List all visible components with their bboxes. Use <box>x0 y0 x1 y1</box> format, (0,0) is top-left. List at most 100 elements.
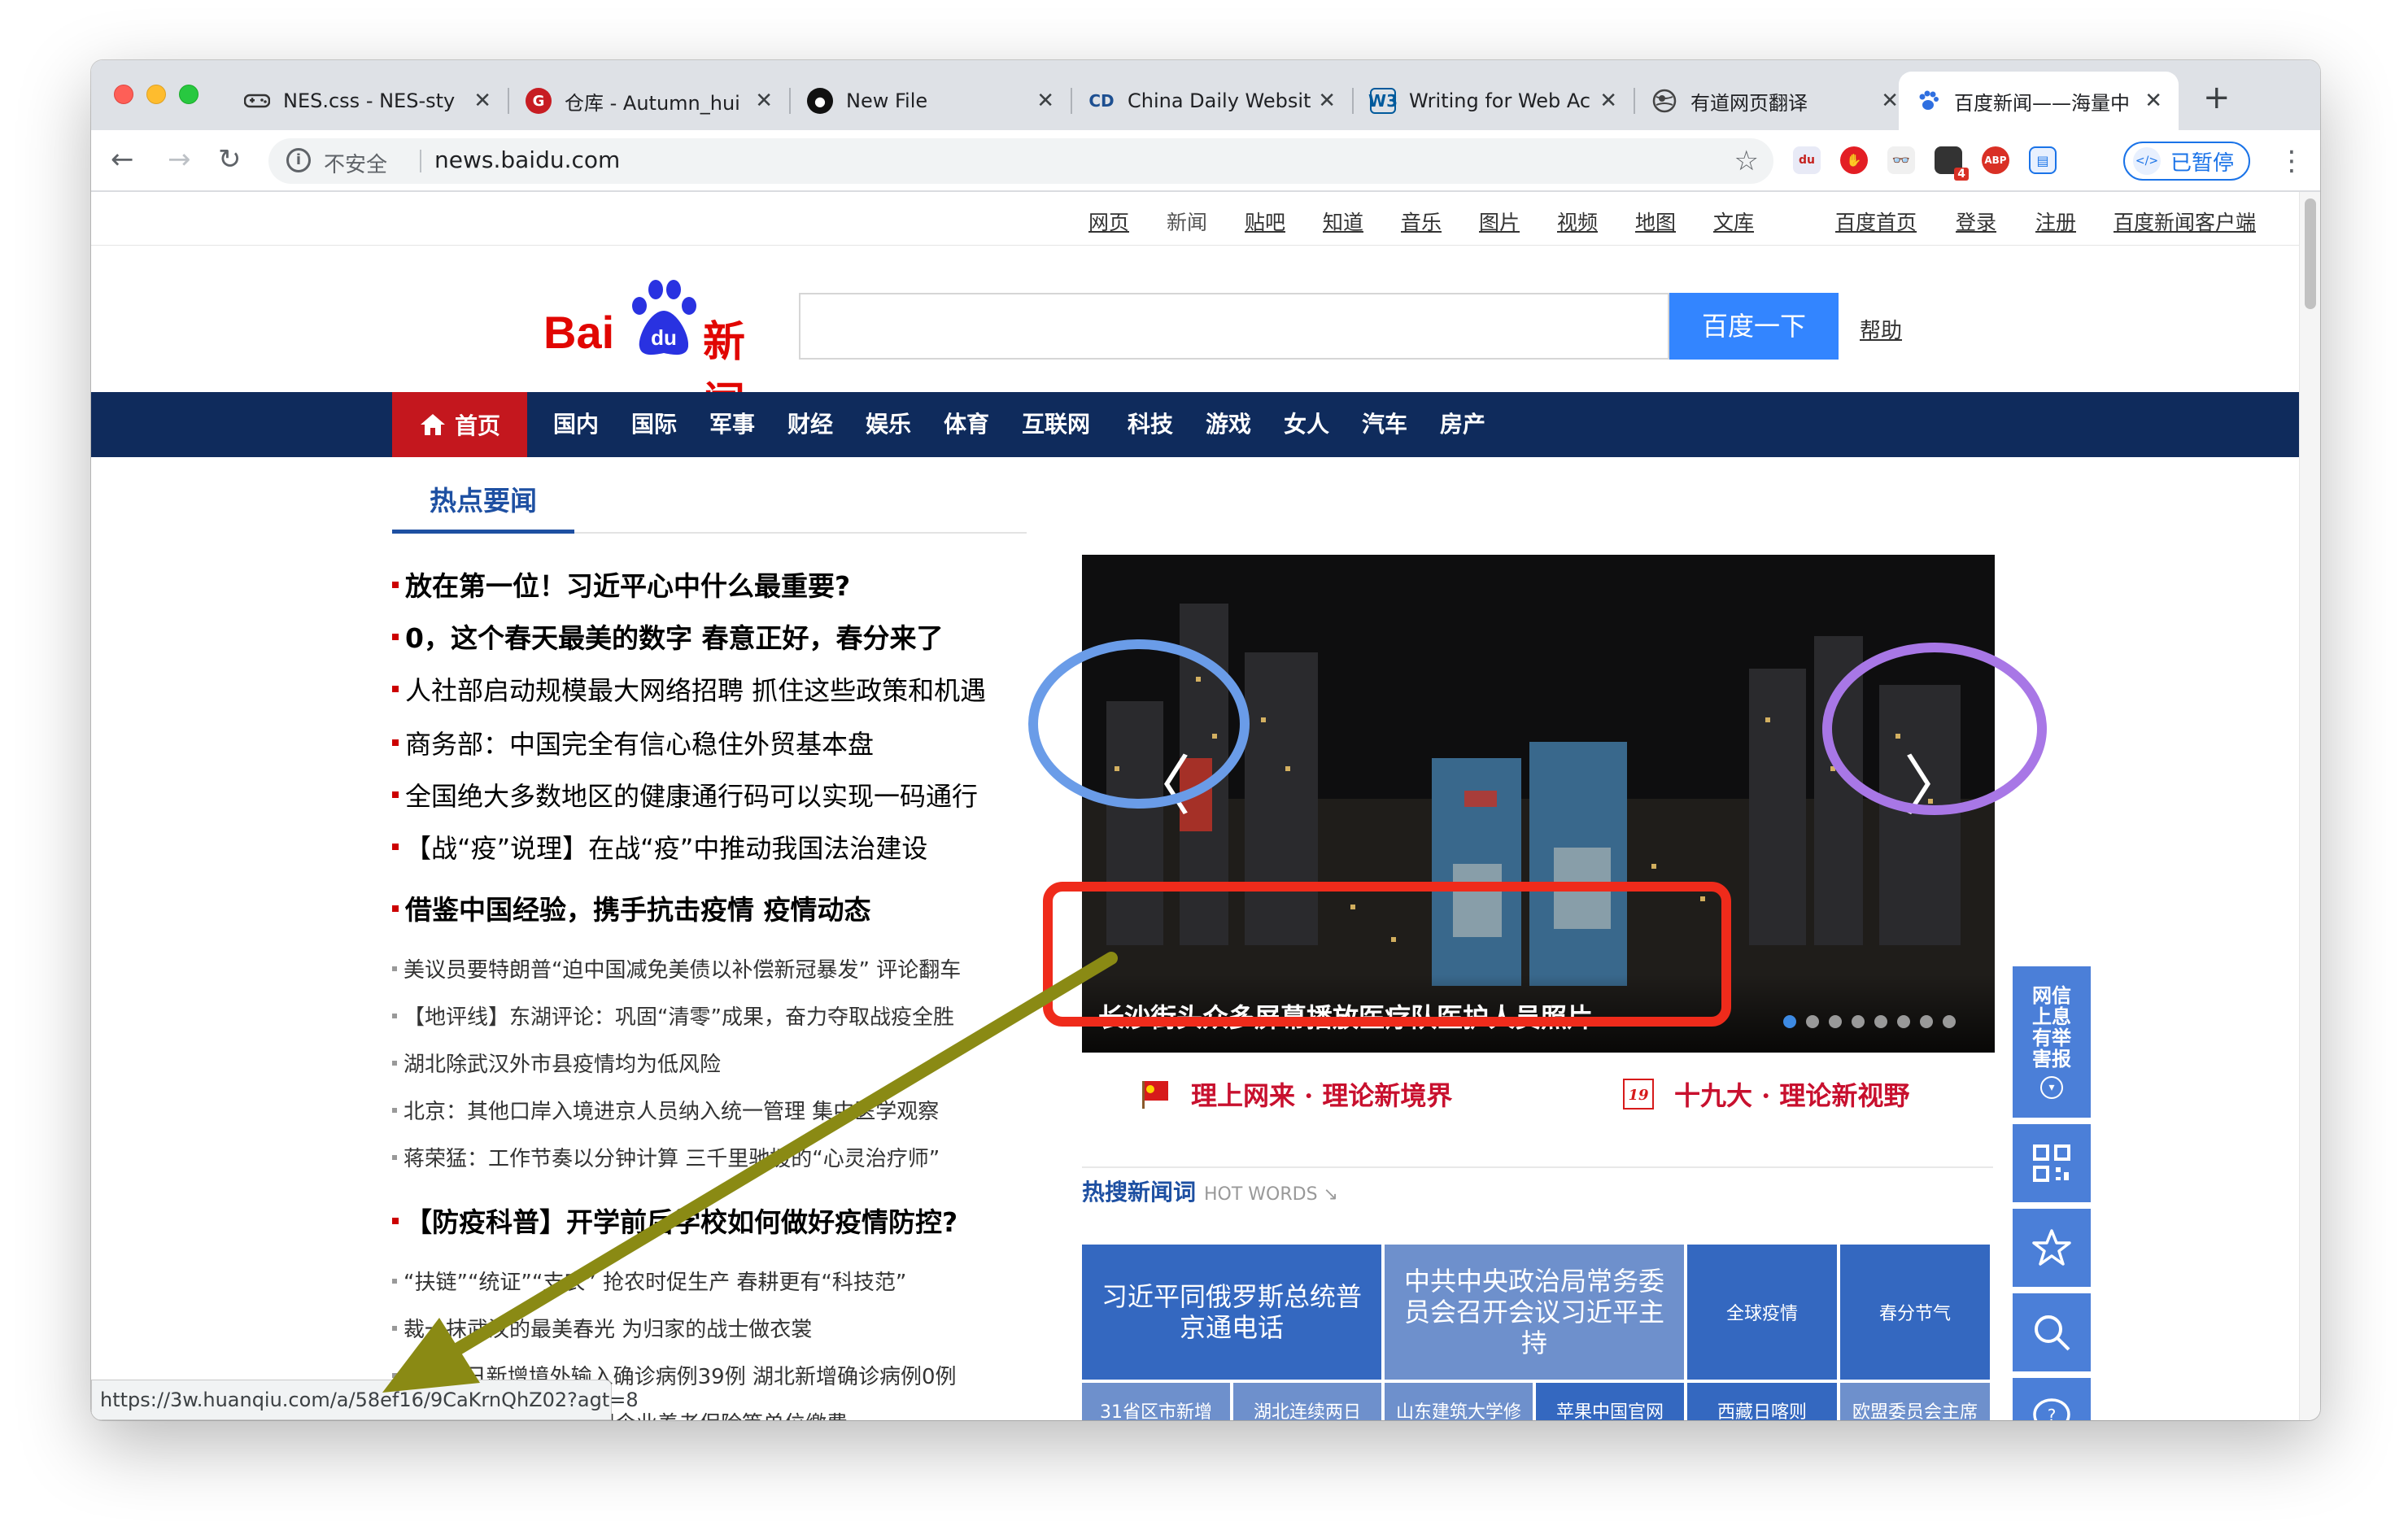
hot-word-tile[interactable]: 湖北连续两日无新增 <box>1233 1383 1381 1420</box>
top-link-zhidao[interactable]: 知道 <box>1323 207 1363 236</box>
news-item[interactable]: 商务部：中国完全有信心稳住外贸基本盘 <box>392 724 874 761</box>
carousel-dot[interactable] <box>1806 1015 1819 1028</box>
top-link-images[interactable]: 图片 <box>1479 207 1520 236</box>
carousel-dot[interactable] <box>1920 1015 1933 1028</box>
owl-extension-icon[interactable]: 👓 <box>1887 146 1915 174</box>
close-icon[interactable]: ✕ <box>755 89 773 113</box>
top-link-news[interactable]: 新闻 <box>1167 207 1207 236</box>
scrollbar-thumb[interactable] <box>2305 198 2316 309</box>
hot-word-tile[interactable]: 山东建筑大学修建隔离区 <box>1385 1383 1533 1420</box>
news-item[interactable]: 蒋荣猛：工作节奏以分钟计算 三千里驰援的“心灵治疗师” <box>392 1142 940 1172</box>
news-item[interactable]: “扶链”“统证”“支农” 抢农时促生产 春耕更有“科技范” <box>392 1266 906 1296</box>
tab-w3c[interactable]: W3 Writing for Web Ac ✕ <box>1354 72 1634 130</box>
new-tab-button[interactable]: + <box>2203 81 2231 114</box>
top-link-baidu-home[interactable]: 百度首页 <box>1835 207 1917 236</box>
close-icon[interactable]: ✕ <box>1036 89 1054 113</box>
translate-extension-icon[interactable]: ▤ <box>2029 146 2057 174</box>
nav-item-domestic[interactable]: 国内 <box>553 392 599 457</box>
bookmark-star-icon[interactable]: ☆ <box>1734 145 1759 177</box>
carousel-prev-button[interactable]: 〈 <box>1126 734 1191 828</box>
nav-home[interactable]: 首页 <box>392 392 527 457</box>
feedback-button[interactable]: ? <box>2013 1378 2091 1420</box>
news-item[interactable]: 【战“疫”说理】在战“疫”中推动我国法治建设 <box>392 828 927 865</box>
tab-gitee[interactable]: G 仓库 - Autumn_hui ✕ <box>509 72 789 130</box>
hot-word-tile[interactable]: 春分节气 <box>1840 1245 1990 1380</box>
nav-item-auto[interactable]: 汽车 <box>1362 392 1407 457</box>
nav-item-house[interactable]: 房产 <box>1440 392 1485 457</box>
dark-extension-icon[interactable]: 4 <box>1935 146 1969 181</box>
carousel-dot[interactable] <box>1897 1015 1910 1028</box>
help-link[interactable]: 帮助 <box>1860 314 1902 344</box>
carousel-dot[interactable] <box>1852 1015 1865 1028</box>
news-item[interactable]: 全国绝大多数地区的健康通行码可以实现一码通行 <box>392 776 978 813</box>
carousel-dot[interactable] <box>1874 1015 1887 1028</box>
hot-word-tile[interactable]: 习近平同俄罗斯总统普京通电话 <box>1082 1245 1381 1380</box>
news-item[interactable]: 【地评线】东湖评论：巩固“清零”成果，奋力夺取战疫全胜 <box>392 1001 954 1031</box>
tab-youdao[interactable]: 有道网页翻译 ✕ <box>1635 72 1915 130</box>
news-item[interactable]: 美议员要特朗普“迫中国减免美债以补偿新冠暴发” 评论翻车 <box>392 953 961 983</box>
carousel-dot[interactable] <box>1829 1015 1842 1028</box>
news-item[interactable]: 放在第一位！习近平心中什么最重要? <box>392 565 850 604</box>
nav-item-sports[interactable]: 体育 <box>944 392 989 457</box>
carousel-dot[interactable] <box>1943 1015 1956 1028</box>
carousel-dot[interactable] <box>1783 1015 1796 1028</box>
news-item[interactable]: 裁一抹武汉的最美春光 为归家的战士做衣裳 <box>392 1313 812 1343</box>
news-carousel[interactable]: 〈 〉 长沙街头众多屏幕播放医疗队医护人员照片 <box>1082 555 1995 1053</box>
maximize-window-button[interactable] <box>179 85 198 104</box>
baidu-news-logo[interactable]: Bai du 新闻 <box>543 278 779 428</box>
tab-china-daily[interactable]: CD China Daily Websit ✕ <box>1072 72 1352 130</box>
nav-item-women[interactable]: 女人 <box>1284 392 1329 457</box>
news-item[interactable]: 0，这个春天最美的数字 春意正好，春分来了 <box>392 617 943 656</box>
news-item[interactable]: 人社部启动规模最大网络招聘 抓住这些政策和机遇 <box>392 670 986 708</box>
nav-item-international[interactable]: 国际 <box>631 392 677 457</box>
tab-baidu-news[interactable]: 百度新闻——海量中 ✕ <box>1899 72 2179 130</box>
news-item[interactable]: 湖北除武汉外市县疫情均为低风险 <box>392 1048 721 1078</box>
news-item[interactable]: 【防疫科普】开学前后学校如何做好疫情防控? <box>392 1201 958 1240</box>
info-icon[interactable]: i <box>286 148 311 172</box>
top-link-login[interactable]: 登录 <box>1956 207 1996 236</box>
back-arrow-icon[interactable]: ← <box>111 143 134 176</box>
close-icon[interactable]: ✕ <box>2144 89 2162 113</box>
top-link-client[interactable]: 百度新闻客户端 <box>2114 207 2256 236</box>
hot-word-tile[interactable]: 全球疫情 <box>1687 1245 1837 1380</box>
top-link-video[interactable]: 视频 <box>1557 207 1598 236</box>
top-link-music[interactable]: 音乐 <box>1401 207 1442 236</box>
carousel-caption[interactable]: 长沙街头众多屏幕播放医疗队医护人员照片 <box>1098 997 1593 1035</box>
baidu-extension-icon[interactable]: du <box>1793 146 1821 174</box>
nav-item-internet[interactable]: 互联网 <box>1022 392 1090 457</box>
hot-word-tile[interactable]: 苹果中国官网限购 <box>1536 1383 1684 1420</box>
url-text[interactable]: news.baidu.com <box>434 146 620 173</box>
minimize-window-button[interactable] <box>146 85 166 104</box>
shield-extension-icon[interactable]: ✋ <box>1840 146 1868 174</box>
address-bar[interactable]: i 不安全 news.baidu.com ☆ <box>268 138 1773 184</box>
report-button[interactable]: 网信上息有举害报 ▾ <box>2013 966 2091 1118</box>
search-button[interactable]: 百度一下 <box>1669 293 1839 360</box>
hot-word-tile[interactable]: 中共中央政治局常务委员会召开会议习近平主持 <box>1385 1245 1684 1380</box>
hot-word-tile[interactable]: 西藏日喀则5.9级地震 <box>1687 1383 1837 1420</box>
nav-item-games[interactable]: 游戏 <box>1206 392 1251 457</box>
adblock-plus-icon[interactable]: ABP <box>1982 146 2009 174</box>
forward-arrow-icon[interactable]: → <box>168 143 191 176</box>
favorite-button[interactable] <box>2013 1209 2091 1287</box>
close-icon[interactable]: ✕ <box>1318 89 1336 113</box>
nav-item-military[interactable]: 军事 <box>709 392 755 457</box>
carousel-next-button[interactable]: 〉 <box>1904 734 1969 828</box>
top-link-map[interactable]: 地图 <box>1635 207 1676 236</box>
nav-item-entertainment[interactable]: 娱乐 <box>866 392 911 457</box>
top-link-tieba[interactable]: 贴吧 <box>1245 207 1285 236</box>
banner-theory-online[interactable]: 理上网来 · 理论新境界 <box>1139 1075 1452 1113</box>
top-link-web[interactable]: 网页 <box>1088 207 1129 236</box>
news-item[interactable]: 北京：其他口岸入境进京人员纳入统一管理 集中医学观察 <box>392 1095 939 1125</box>
tab-nes-css[interactable]: NES.css - NES-sty ✕ <box>228 72 508 130</box>
nav-item-tech[interactable]: 科技 <box>1128 392 1173 457</box>
tab-hot-news[interactable]: 热点要闻 <box>392 478 574 534</box>
profile-paused-button[interactable]: </> 已暂停 <box>2123 142 2250 181</box>
close-icon[interactable]: ✕ <box>1881 89 1899 113</box>
top-link-wenku[interactable]: 文库 <box>1713 207 1754 236</box>
nav-item-finance[interactable]: 财经 <box>787 392 833 457</box>
search-tool-button[interactable] <box>2013 1293 2091 1371</box>
close-window-button[interactable] <box>114 85 133 104</box>
hot-word-tile[interactable]: 欧盟委员会主席感谢中国 <box>1840 1383 1990 1420</box>
hot-word-tile[interactable]: 31省区市新增39例 <box>1082 1383 1230 1420</box>
reload-icon[interactable]: ↻ <box>218 143 242 176</box>
